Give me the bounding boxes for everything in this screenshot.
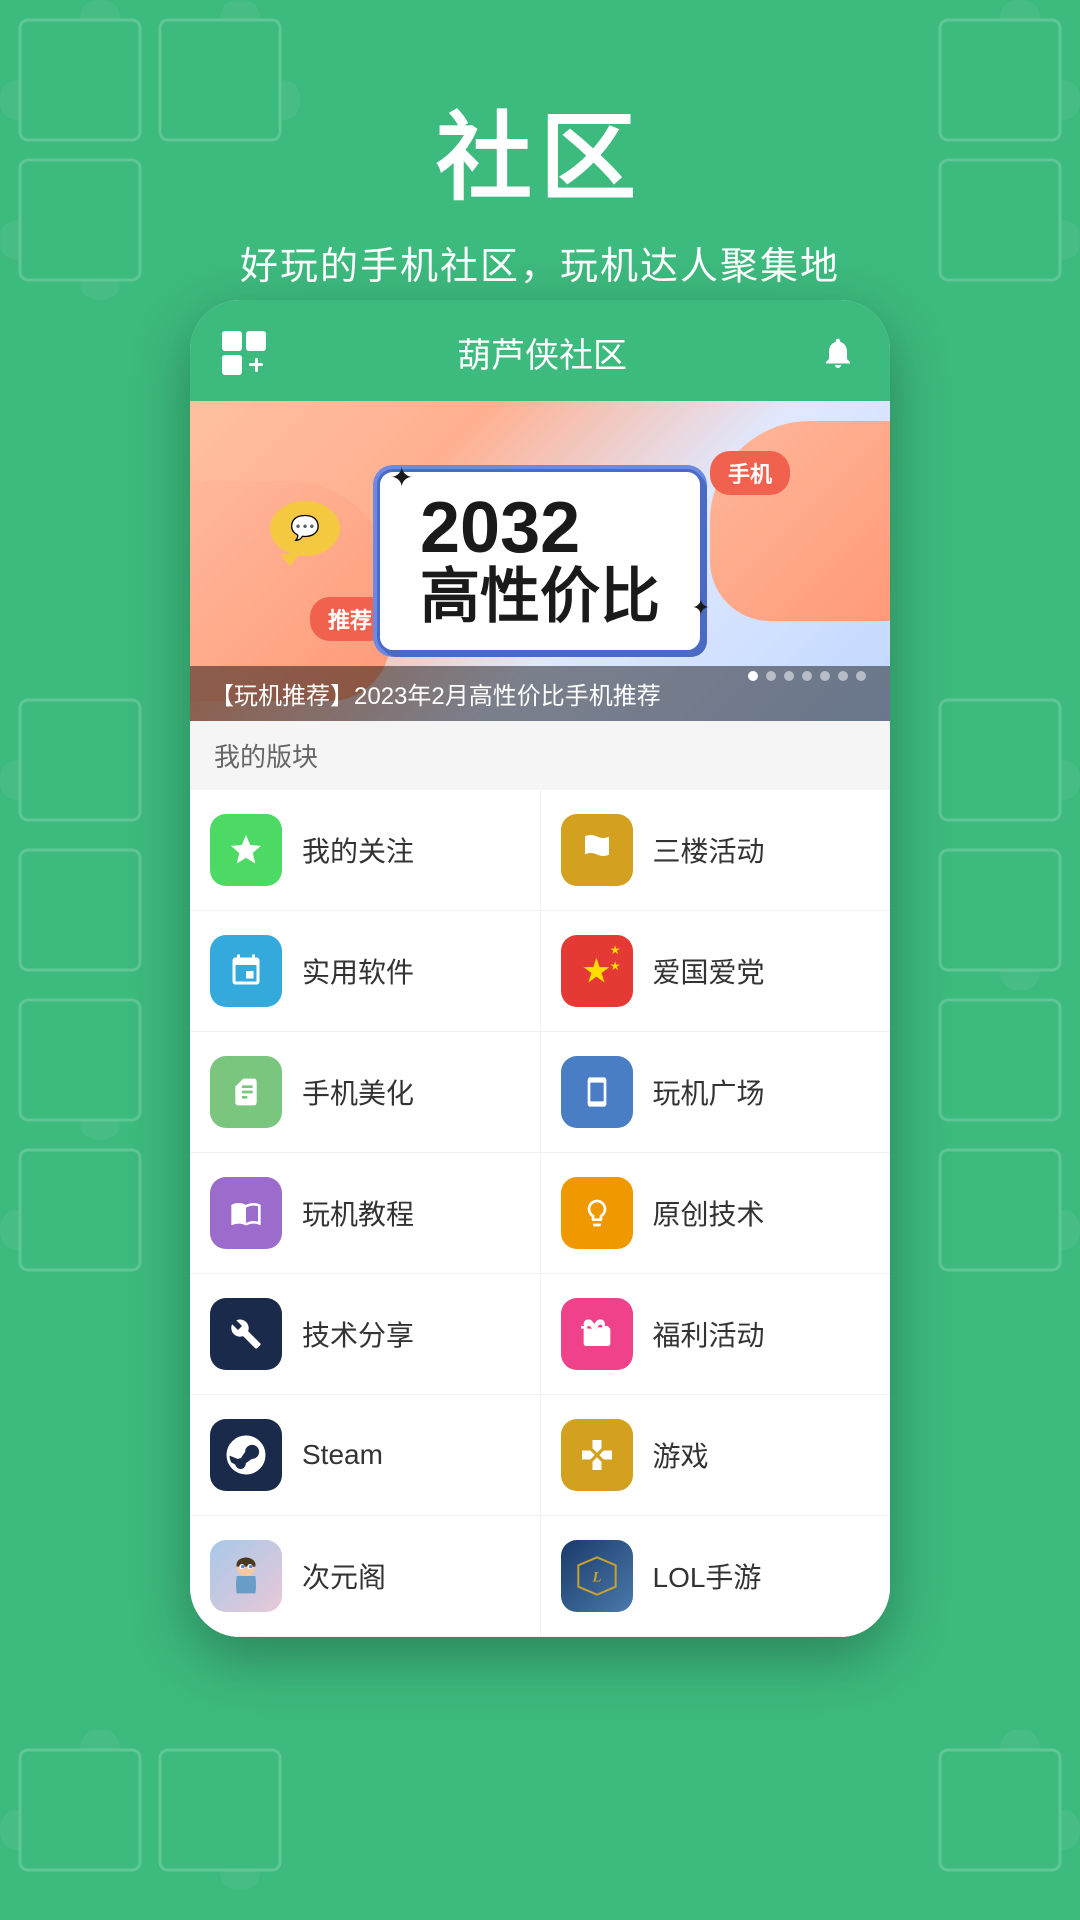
block-row-3: 手机美化 玩机广场 (190, 1032, 890, 1153)
my-follow-icon (210, 814, 282, 886)
grid-cell-2 (246, 331, 266, 351)
bell-icon[interactable] (818, 333, 858, 373)
banner-container[interactable]: 2032 高性价比 💬 ✦ ✦ 推荐 手机 【玩机推荐】2023年2月高性价比手… (190, 401, 890, 721)
play-square-icon (561, 1056, 633, 1128)
dot-6 (838, 671, 848, 681)
phone-beautify-icon (210, 1056, 282, 1128)
games-label: 游戏 (653, 1435, 709, 1475)
blocks-list: 我的关注 三楼活动 实用软件 ★ (190, 790, 890, 1637)
patriotic-icon: ★ ★ ★ (561, 935, 633, 1007)
block-row-4: 玩机教程 原创技术 (190, 1153, 890, 1274)
block-item-tech-share[interactable]: 技术分享 (190, 1274, 541, 1394)
play-square-label: 玩机广场 (653, 1072, 765, 1112)
dot-7 (856, 671, 866, 681)
welfare-icon (561, 1298, 633, 1370)
page-title: 社区 (0, 80, 1080, 219)
block-row-1: 我的关注 三楼活动 (190, 790, 890, 911)
grid-plus-icon[interactable] (222, 331, 266, 375)
banner-year: 2032 (420, 492, 660, 564)
block-item-tutorials[interactable]: 玩机教程 (190, 1153, 541, 1273)
block-row-5: 技术分享 福利活动 (190, 1274, 890, 1395)
dot-5 (820, 671, 830, 681)
page-subtitle: 好玩的手机社区，玩机达人聚集地 (0, 235, 1080, 290)
app-title: 葫芦侠社区 (457, 328, 627, 377)
steam-icon (210, 1419, 282, 1491)
phone-mockup: 葫芦侠社区 2032 高性价比 💬 (190, 300, 890, 1637)
block-item-lol[interactable]: L LOL手游 (541, 1516, 891, 1636)
banner-main-text: 高性价比 (420, 564, 660, 630)
steam-label: Steam (302, 1439, 383, 1471)
tutorials-label: 玩机教程 (302, 1193, 414, 1233)
grid-cell-3 (222, 355, 242, 375)
dot-1 (748, 671, 758, 681)
block-row-2: 实用软件 ★ ★ ★ 爱国爱党 (190, 911, 890, 1032)
tech-share-label: 技术分享 (302, 1314, 414, 1354)
anime-tower-icon (210, 1540, 282, 1612)
welfare-label: 福利活动 (653, 1314, 765, 1354)
phone-beautify-label: 手机美化 (302, 1072, 414, 1112)
block-item-patriotic[interactable]: ★ ★ ★ 爱国爱党 (541, 911, 891, 1031)
block-item-useful-software[interactable]: 实用软件 (190, 911, 541, 1031)
dot-3 (784, 671, 794, 681)
dot-2 (766, 671, 776, 681)
my-blocks-header: 我的版块 (190, 721, 890, 790)
block-row-7: 次元阁 L LOL手游 (190, 1516, 890, 1637)
3rd-floor-icon (561, 814, 633, 886)
useful-software-label: 实用软件 (302, 951, 414, 991)
top-section: 社区 好玩的手机社区，玩机达人聚集地 (0, 80, 1080, 290)
useful-software-icon (210, 935, 282, 1007)
tech-share-icon (210, 1298, 282, 1370)
banner-dots (748, 671, 866, 681)
block-item-play-square[interactable]: 玩机广场 (541, 1032, 891, 1152)
tutorials-icon (210, 1177, 282, 1249)
block-item-phone-beautify[interactable]: 手机美化 (190, 1032, 541, 1152)
block-item-anime-tower[interactable]: 次元阁 (190, 1516, 541, 1636)
app-header: 葫芦侠社区 (190, 300, 890, 401)
block-item-my-follow[interactable]: 我的关注 (190, 790, 541, 910)
original-tech-label: 原创技术 (653, 1193, 765, 1233)
my-blocks-label: 我的版块 (214, 742, 318, 772)
anime-tower-label: 次元阁 (302, 1556, 386, 1596)
block-item-games[interactable]: 游戏 (541, 1395, 891, 1515)
lol-icon: L (561, 1540, 633, 1612)
block-item-original-tech[interactable]: 原创技术 (541, 1153, 891, 1273)
svg-text:L: L (591, 1569, 601, 1585)
block-row-6: Steam 游戏 (190, 1395, 890, 1516)
block-item-steam[interactable]: Steam (190, 1395, 541, 1515)
my-follow-label: 我的关注 (302, 830, 414, 870)
patriotic-label: 爱国爱党 (653, 951, 765, 991)
original-tech-icon (561, 1177, 633, 1249)
3rd-floor-label: 三楼活动 (653, 830, 765, 870)
grid-cell-1 (222, 331, 242, 351)
dot-4 (802, 671, 812, 681)
lol-label: LOL手游 (653, 1556, 762, 1596)
block-item-3rd-floor[interactable]: 三楼活动 (541, 790, 891, 910)
phone-badge: 手机 (710, 451, 790, 495)
games-icon (561, 1419, 633, 1491)
grid-cell-plus (246, 355, 266, 375)
block-item-welfare[interactable]: 福利活动 (541, 1274, 891, 1394)
